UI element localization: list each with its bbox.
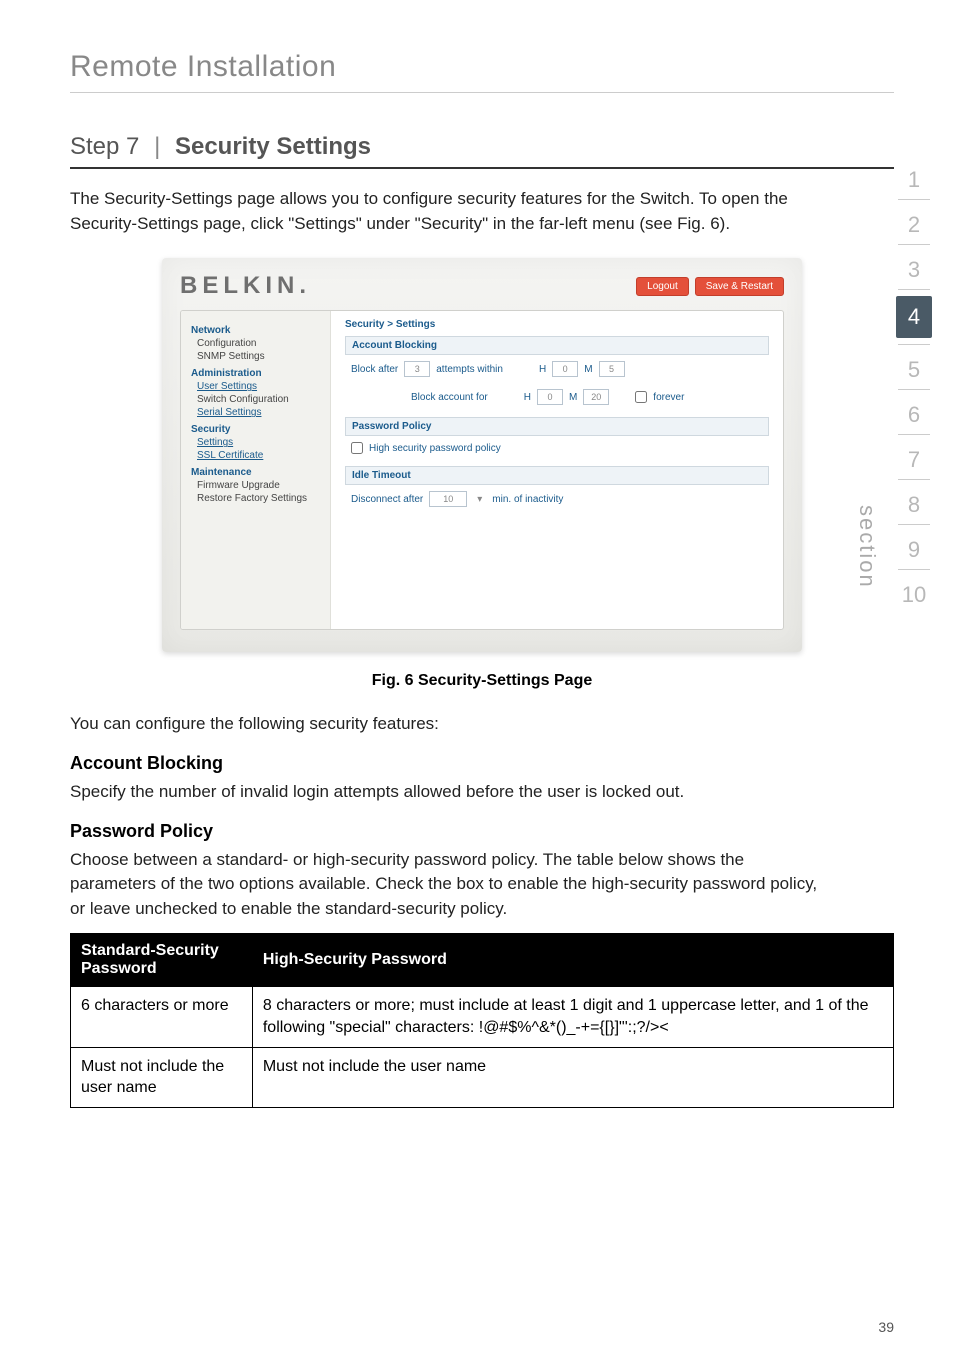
nav-configuration[interactable]: Configuration <box>197 338 320 349</box>
section-label: section <box>854 505 880 589</box>
th-high: High-Security Password <box>252 934 893 987</box>
td-r1c1: 6 characters or more <box>71 987 253 1047</box>
password-policy-subhead: Password Policy <box>70 821 894 842</box>
nav-firmware[interactable]: Firmware Upgrade <box>197 480 320 491</box>
nav-security-head: Security <box>191 424 320 435</box>
rail-9: 9 <box>892 525 936 569</box>
step-name: Security Settings <box>175 133 371 160</box>
rail-8: 8 <box>892 480 936 524</box>
password-table: Standard-Security Password High-Security… <box>70 933 894 1107</box>
th-standard: Standard-Security Password <box>71 934 253 987</box>
account-blocking-subhead: Account Blocking <box>70 753 894 774</box>
forever-checkbox[interactable] <box>635 391 647 403</box>
divider: | <box>154 133 160 160</box>
rail-3: 3 <box>892 245 936 289</box>
h-label-1: H <box>539 364 546 375</box>
page-title: Remote Installation <box>70 50 894 93</box>
nav-restore[interactable]: Restore Factory Settings <box>197 493 320 504</box>
side-nav: Network Configuration SNMP Settings Admi… <box>181 311 331 629</box>
block-after-label: Block after <box>351 364 398 375</box>
nav-serial[interactable]: Serial Settings <box>197 407 320 418</box>
account-blocking-body: Specify the number of invalid login atte… <box>70 780 830 805</box>
high-security-label: High security password policy <box>369 443 501 454</box>
section-rail: 1 2 3 4 5 6 7 8 9 10 section <box>892 155 936 614</box>
logout-button[interactable]: Logout <box>636 277 689 296</box>
td-r2c2: Must not include the user name <box>252 1047 893 1107</box>
h-label-2: H <box>524 392 531 403</box>
td-r1c2: 8 characters or more; must include at le… <box>252 987 893 1047</box>
attempts-within-label: attempts within <box>436 364 503 375</box>
features-intro: You can configure the following security… <box>70 712 830 737</box>
high-security-checkbox[interactable] <box>351 442 363 454</box>
nav-admin-head: Administration <box>191 368 320 379</box>
nav-user-settings[interactable]: User Settings <box>197 381 320 392</box>
page-number: 39 <box>878 1319 894 1335</box>
figure-caption: Fig. 6 Security-Settings Page <box>70 672 894 690</box>
nav-ssl[interactable]: SSL Certificate <box>197 450 320 461</box>
m-label-1: M <box>584 364 592 375</box>
rail-10: 10 <box>892 570 936 614</box>
disconnect-after-label: Disconnect after <box>351 494 423 505</box>
rail-6: 6 <box>892 390 936 434</box>
save-restart-button[interactable]: Save & Restart <box>695 277 784 296</box>
step-heading: Step 7 | Security Settings <box>70 133 894 169</box>
td-r2c1: Must not include the user name <box>71 1047 253 1107</box>
idle-minutes-input[interactable] <box>429 491 467 507</box>
belkin-logo: BELKIN. <box>180 272 311 300</box>
breadcrumb: Security > Settings <box>345 319 769 330</box>
rail-4-active: 4 <box>896 296 932 338</box>
min-inactivity-label: min. of inactivity <box>492 494 563 505</box>
h1-input[interactable] <box>552 361 578 377</box>
nav-maintenance-head: Maintenance <box>191 467 320 478</box>
rail-5: 5 <box>892 345 936 389</box>
nav-settings[interactable]: Settings <box>197 437 320 448</box>
rail-2: 2 <box>892 200 936 244</box>
nav-switch-config[interactable]: Switch Configuration <box>197 394 320 405</box>
rail-1: 1 <box>892 155 936 199</box>
intro-paragraph: The Security-Settings page allows you to… <box>70 187 810 236</box>
nav-network-head: Network <box>191 325 320 336</box>
rail-7: 7 <box>892 435 936 479</box>
step-number: Step 7 <box>70 133 139 160</box>
settings-screenshot: BELKIN. Logout Save & Restart Network Co… <box>162 258 802 652</box>
attempts-input[interactable] <box>404 361 430 377</box>
m1-input[interactable] <box>599 361 625 377</box>
idle-timeout-header: Idle Timeout <box>345 466 769 485</box>
dropdown-icon[interactable]: ▾ <box>477 494 482 505</box>
m2-input[interactable] <box>583 389 609 405</box>
password-policy-header: Password Policy <box>345 417 769 436</box>
password-policy-body: Choose between a standard- or high-secur… <box>70 848 830 922</box>
account-blocking-header: Account Blocking <box>345 336 769 355</box>
block-account-for-label: Block account for <box>411 392 488 403</box>
h2-input[interactable] <box>537 389 563 405</box>
nav-snmp[interactable]: SNMP Settings <box>197 351 320 362</box>
forever-label: forever <box>653 392 684 403</box>
m-label-2: M <box>569 392 577 403</box>
